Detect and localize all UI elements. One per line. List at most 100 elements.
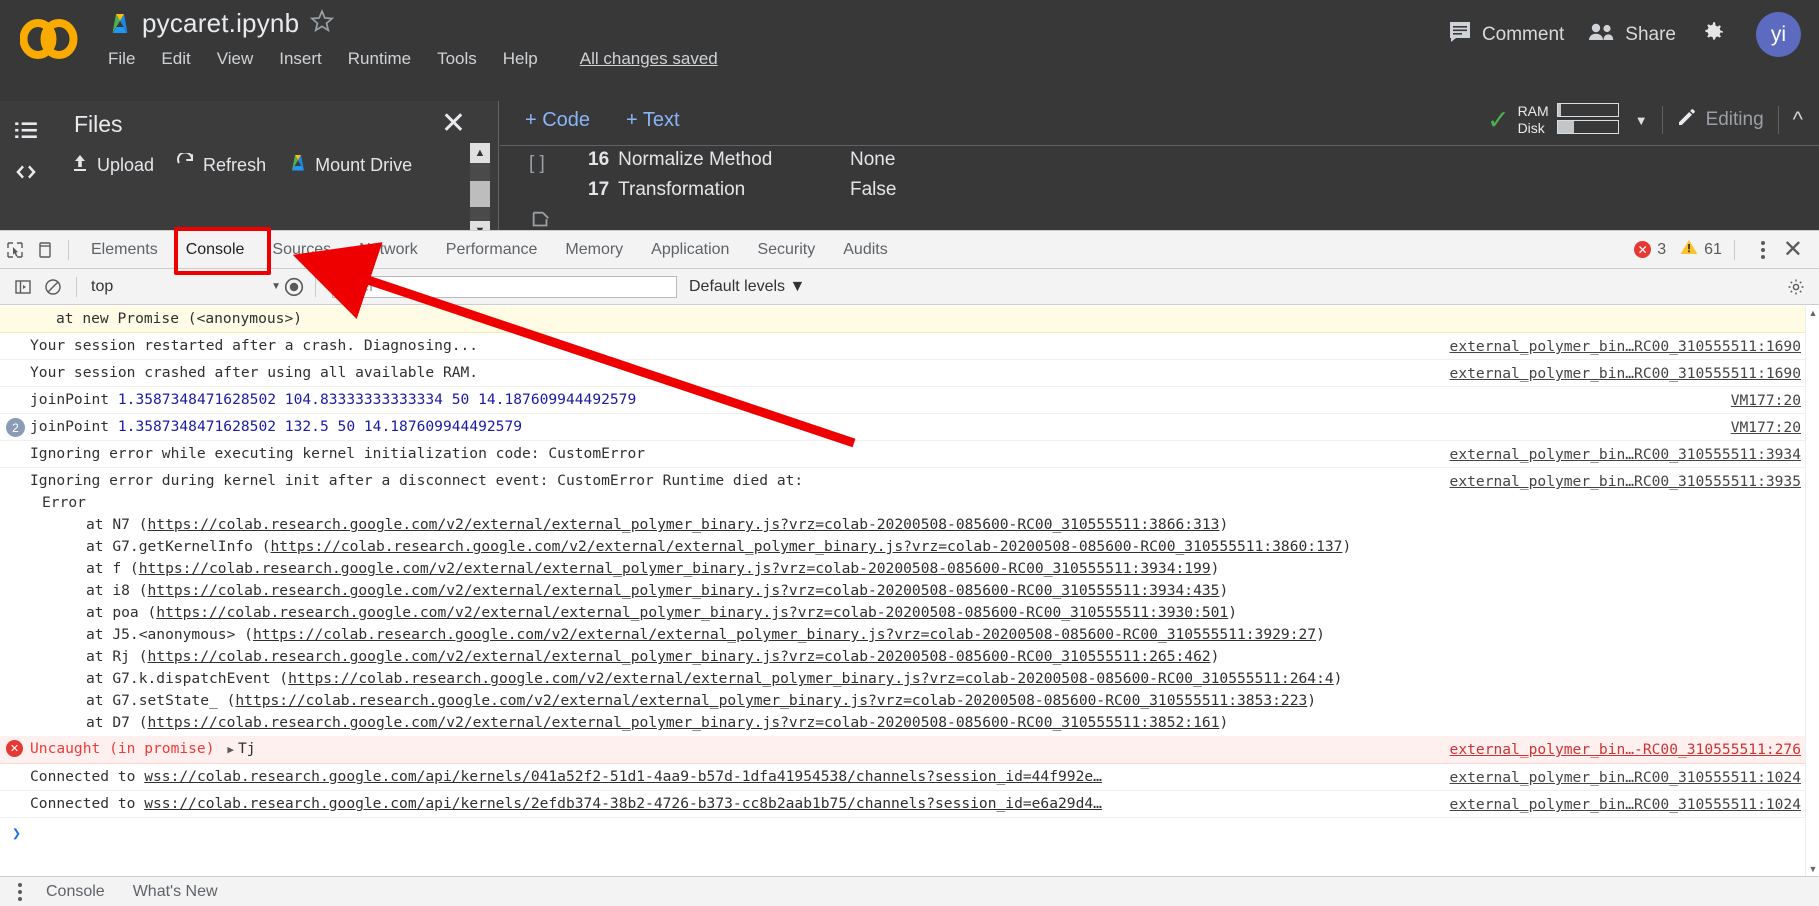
console-sidebar-toggle-icon[interactable] xyxy=(8,272,38,302)
stack-url[interactable]: https://colab.research.google.com/v2/ext… xyxy=(253,626,1316,643)
console-row-source[interactable]: external_polymer_bin…RC00_310555511:1690 xyxy=(1450,363,1801,385)
cell-run-gutter[interactable]: [ ] xyxy=(529,153,545,175)
log-levels-select[interactable]: Default levels ▼ xyxy=(689,278,805,296)
comment-button[interactable]: Comment xyxy=(1448,21,1564,49)
console-row[interactable]: Connected to wss://colab.research.google… xyxy=(0,764,1819,791)
stack-url[interactable]: https://colab.research.google.com/v2/ext… xyxy=(139,560,1211,577)
menu-edit[interactable]: Edit xyxy=(161,49,190,69)
files-scrollbar[interactable]: ▲ ▼ xyxy=(470,143,490,230)
stack-url[interactable]: https://colab.research.google.com/v2/ext… xyxy=(148,648,1211,665)
tab-application[interactable]: Application xyxy=(637,231,743,269)
console-output[interactable]: at new Promise (<anonymous>) Your sessio… xyxy=(0,306,1819,876)
stack-url[interactable]: https://colab.research.google.com/v2/ext… xyxy=(156,604,1228,621)
devtools-more-options-icon[interactable] xyxy=(1747,240,1779,259)
console-row-source[interactable]: VM177:20 xyxy=(1731,390,1801,412)
devtools-close-button[interactable]: ✕ xyxy=(1783,235,1809,264)
expand-arrow-icon[interactable]: ▶ xyxy=(227,743,234,756)
upload-button[interactable]: Upload xyxy=(70,153,154,178)
console-row-source[interactable]: external_polymer_bin…RC00_310555511:3935 xyxy=(1450,471,1801,493)
console-row[interactable]: Your session restarted after a crash. Di… xyxy=(0,333,1819,360)
tab-network[interactable]: Network xyxy=(345,231,432,269)
stack-fn: at G7.setState_ ( xyxy=(86,692,236,709)
console-row-source[interactable]: VM177:20 xyxy=(1731,417,1801,439)
mount-drive-button[interactable]: Mount Drive xyxy=(288,153,412,178)
stack-url[interactable]: https://colab.research.google.com/v2/ext… xyxy=(271,538,1343,555)
stack-url[interactable]: https://colab.research.google.com/v2/ext… xyxy=(288,670,1334,687)
colab-logo-icon[interactable] xyxy=(19,14,78,64)
execution-context-select[interactable]: top ▼ xyxy=(91,278,281,296)
console-row-source[interactable]: external_polymer_bin…RC00_310555511:3934 xyxy=(1450,444,1801,466)
star-icon[interactable] xyxy=(309,8,335,39)
collapse-chevron-up-icon[interactable]: ^ xyxy=(1793,107,1803,133)
menu-insert[interactable]: Insert xyxy=(279,49,322,69)
websocket-url[interactable]: wss://colab.research.google.com/api/kern… xyxy=(144,795,1102,812)
console-row-source[interactable]: external_polymer_bin…RC00_310555511:1024 xyxy=(1450,767,1801,789)
filter-input[interactable]: Filter xyxy=(332,275,677,298)
console-settings-gear-icon[interactable] xyxy=(1781,272,1811,302)
toc-icon[interactable] xyxy=(0,101,52,143)
console-prompt[interactable]: ❯ xyxy=(0,818,1819,847)
settings-gear-icon[interactable] xyxy=(1700,19,1726,50)
share-button[interactable]: Share xyxy=(1588,22,1676,48)
device-toolbar-icon[interactable] xyxy=(30,235,60,265)
drawer-tab-console[interactable]: Console xyxy=(32,883,119,901)
notebook-title[interactable]: pycaret.ipynb xyxy=(142,8,299,39)
menu-file[interactable]: File xyxy=(108,49,135,69)
scroll-up-icon[interactable]: ▲ xyxy=(470,143,490,163)
save-status[interactable]: All changes saved xyxy=(580,49,718,69)
drawer-tab-whats-new[interactable]: What's New xyxy=(119,883,232,901)
tab-security[interactable]: Security xyxy=(743,231,829,269)
scroll-thumb[interactable] xyxy=(470,181,490,207)
tab-performance[interactable]: Performance xyxy=(432,231,552,269)
console-row-source[interactable]: external_polymer_bin…-RC00_310555511:276 xyxy=(1450,739,1801,761)
console-row-error[interactable]: ✕ Uncaught (in promise) ▶ Tj external_pol… xyxy=(0,736,1819,764)
stack-url[interactable]: https://colab.research.google.com/v2/ext… xyxy=(148,516,1220,533)
console-row[interactable]: Connected to wss://colab.research.google… xyxy=(0,791,1819,818)
websocket-url[interactable]: wss://colab.research.google.com/api/kern… xyxy=(144,768,1102,785)
live-expression-eye-icon[interactable] xyxy=(281,274,307,300)
devtools-tabbar: Elements Console Sources Network Perform… xyxy=(0,231,1819,269)
console-row-source[interactable]: external_polymer_bin…RC00_310555511:1024 xyxy=(1450,794,1801,816)
warning-count-badge[interactable]: 61 xyxy=(1680,239,1722,260)
add-text-button[interactable]: + Text xyxy=(626,109,680,132)
stack-url[interactable]: https://colab.research.google.com/v2/ext… xyxy=(148,714,1220,731)
clear-console-icon[interactable] xyxy=(38,272,68,302)
console-row-text: Your session crashed after using all ava… xyxy=(30,364,479,381)
error-count-badge[interactable]: ✕ 3 xyxy=(1634,241,1666,259)
drawer-more-options-icon[interactable] xyxy=(8,882,32,901)
console-row[interactable]: 2 joinPoint 1.3587348471628502 132.5 50 … xyxy=(0,414,1819,441)
scroll-up-icon[interactable]: ▲ xyxy=(1806,306,1819,320)
stack-frame: at poa (https://colab.research.google.co… xyxy=(30,602,1819,624)
console-row[interactable]: Ignoring error while executing kernel in… xyxy=(0,441,1819,468)
console-row-source[interactable]: external_polymer_bin…RC00_310555511:1690 xyxy=(1450,336,1801,358)
menu-tools[interactable]: Tools xyxy=(437,49,477,69)
tab-memory[interactable]: Memory xyxy=(551,231,637,269)
console-scrollbar[interactable]: ▲ ▼ xyxy=(1805,306,1819,876)
add-code-button[interactable]: + Code xyxy=(525,109,590,132)
menu-help[interactable]: Help xyxy=(503,49,538,69)
tab-elements[interactable]: Elements xyxy=(77,231,172,269)
pencil-icon xyxy=(1677,107,1697,133)
console-row[interactable]: Your session crashed after using all ava… xyxy=(0,360,1819,387)
tab-console[interactable]: Console xyxy=(172,231,259,269)
inspect-element-icon[interactable] xyxy=(0,235,30,265)
editing-indicator[interactable]: Editing xyxy=(1677,107,1764,133)
menu-view[interactable]: View xyxy=(217,49,254,69)
stack-url[interactable]: https://colab.research.google.com/v2/ext… xyxy=(148,582,1220,599)
code-snippets-icon[interactable] xyxy=(0,143,52,185)
scroll-down-icon[interactable]: ▼ xyxy=(470,221,490,230)
console-row[interactable]: joinPoint 1.3587348471628502 104.8333333… xyxy=(0,387,1819,414)
stack-url[interactable]: https://colab.research.google.com/v2/ext… xyxy=(235,692,1307,709)
tab-sources[interactable]: Sources xyxy=(258,231,345,269)
menu-runtime[interactable]: Runtime xyxy=(348,49,411,69)
refresh-button[interactable]: Refresh xyxy=(176,151,266,178)
runtime-chevron-down-icon[interactable]: ▼ xyxy=(1635,113,1648,128)
tab-audits[interactable]: Audits xyxy=(829,231,901,269)
files-close-button[interactable]: ✕ xyxy=(441,109,466,139)
console-row-stack[interactable]: Ignoring error during kernel init after … xyxy=(0,468,1819,736)
scroll-down-icon[interactable]: ▼ xyxy=(1806,862,1819,876)
stack-frame: at N7 (https://colab.research.google.com… xyxy=(30,514,1819,536)
stack-tail: ) xyxy=(1219,582,1229,599)
console-row[interactable]: at new Promise (<anonymous>) xyxy=(0,306,1819,333)
avatar[interactable]: yi xyxy=(1756,12,1801,57)
